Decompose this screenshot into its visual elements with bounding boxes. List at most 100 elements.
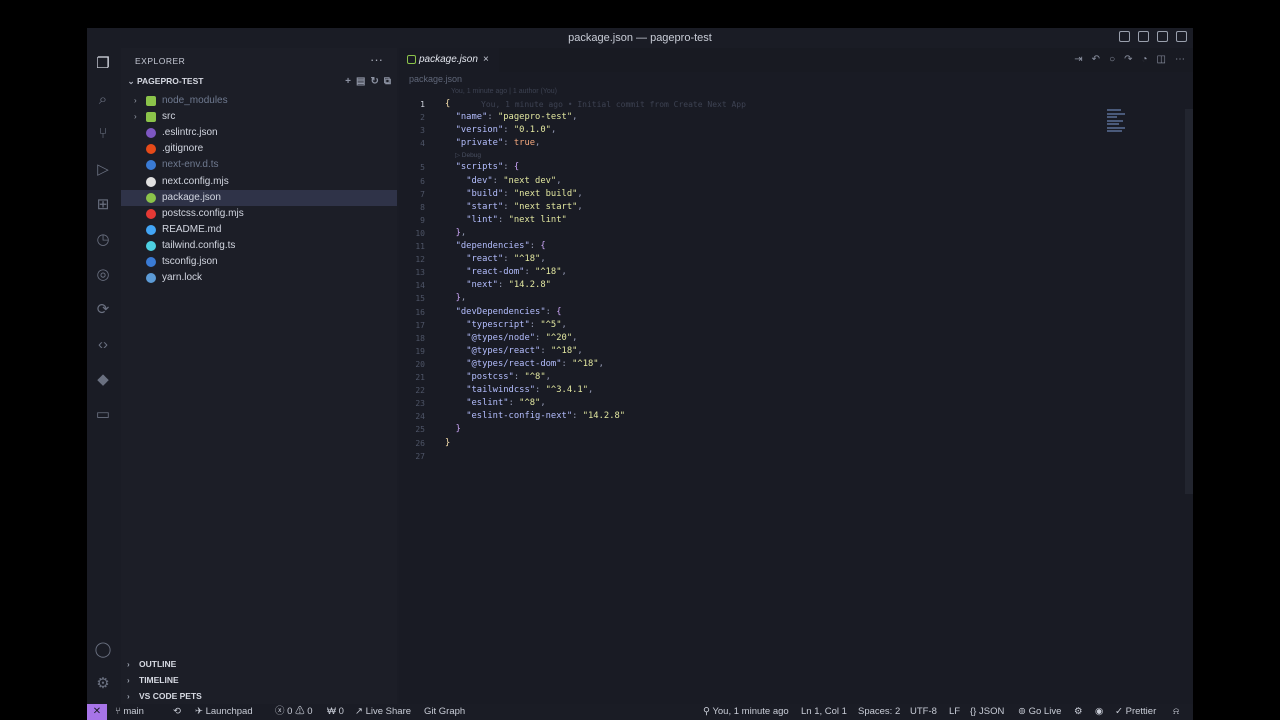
code-token: : <box>529 319 541 330</box>
preview-icon[interactable]: ▭ <box>93 405 113 425</box>
section-timeline[interactable]: › TIMELINE <box>121 672 397 688</box>
more-actions-icon[interactable]: ⋯ <box>1175 54 1185 65</box>
go-back-icon[interactable]: ↶ <box>1092 54 1100 65</box>
toggle-sidebar-icon[interactable] <box>1119 31 1130 42</box>
code-content: }, <box>445 227 467 240</box>
code-token: "next dev" <box>503 175 557 186</box>
tab-label: package.json <box>419 54 478 65</box>
settings-gear-icon[interactable]: ⚙ <box>93 674 113 694</box>
problems-indicator[interactable]: ⓧ 0 ⚠ 0 <box>275 704 313 720</box>
chevron-right-icon: › <box>127 692 130 701</box>
code-content: } <box>445 423 461 436</box>
circle-icon[interactable]: ○ <box>1109 54 1115 65</box>
code-token: "^18" <box>535 267 562 278</box>
go-forward-icon[interactable]: ↷ <box>1124 54 1132 65</box>
tree-item-label: tsconfig.json <box>162 256 218 267</box>
new-file-icon[interactable]: + <box>345 76 351 87</box>
notifications-bell-icon[interactable]: ⍾ <box>1173 704 1179 720</box>
live-share-button[interactable]: ↗ Live Share <box>355 704 411 720</box>
open-changes-icon[interactable]: ⇥ <box>1074 54 1082 65</box>
search-icon[interactable]: ⌕ <box>93 90 113 110</box>
file-icon <box>146 160 156 171</box>
remote-indicator[interactable]: ✕ <box>87 704 107 720</box>
blame-indicator[interactable]: ⚲ You, 1 minute ago <box>703 704 789 720</box>
ports-indicator[interactable]: ₩ 0 <box>327 704 344 720</box>
code-content: "build": "next build", <box>445 188 583 201</box>
code-icon[interactable]: ‹› <box>93 335 113 355</box>
code-line: 15 }, <box>399 292 1193 305</box>
line-number: 8 <box>420 202 425 212</box>
code-content: "next": "14.2.8" <box>445 279 551 292</box>
debug-codelens[interactable]: ▷ Debug <box>455 151 481 159</box>
tree-file[interactable]: README.md <box>121 222 397 238</box>
line-number: 6 <box>420 176 425 186</box>
line-ending[interactable]: LF <box>949 704 960 720</box>
run-debug-icon[interactable]: ▷ <box>93 160 113 180</box>
code-content: "@types/react": "^18", <box>445 345 583 358</box>
vertical-scrollbar[interactable] <box>1185 109 1193 494</box>
section-vscode-pets[interactable]: › VS CODE PETS <box>121 688 397 704</box>
extensions-icon[interactable]: ⊞ <box>93 195 113 215</box>
encoding[interactable]: UTF-8 <box>910 704 937 720</box>
code-line: 1 {You, 1 minute ago • Initial commit fro… <box>399 98 1193 111</box>
tree-item-label: package.json <box>162 191 221 203</box>
minimap[interactable] <box>1107 109 1125 145</box>
code-token: , <box>577 188 583 199</box>
collapse-all-icon[interactable]: ⧉ <box>384 76 391 87</box>
live-share-icon[interactable]: ⟳ <box>93 300 113 320</box>
pets-icon[interactable]: ◉ <box>1095 704 1103 720</box>
tree-file[interactable]: next-env.d.ts <box>121 157 397 173</box>
toggle-panel-icon[interactable] <box>1138 31 1149 42</box>
branch-indicator[interactable]: ⑂ main <box>115 704 144 720</box>
git-graph-button[interactable]: Git Graph <box>424 704 465 720</box>
refresh-icon[interactable]: ↻ <box>370 76 378 87</box>
source-control-icon[interactable]: ⑂ <box>93 124 113 144</box>
account-icon[interactable]: ◯ <box>93 640 113 660</box>
remote-icon[interactable]: ◎ <box>93 265 113 285</box>
code-token: true <box>513 138 536 149</box>
code-token: , <box>577 345 583 356</box>
cursor-position[interactable]: Ln 1, Col 1 <box>801 704 847 720</box>
explorer-more-button[interactable]: ··· <box>370 52 383 67</box>
tree-file[interactable]: tailwind.config.ts <box>121 238 397 254</box>
tree-file[interactable]: .gitignore <box>121 141 397 157</box>
code-line: 13 "react-dom": "^18", <box>399 266 1193 279</box>
project-folder-header[interactable]: ⌄ PAGEPRO-TEST + ▤ ↻ ⧉ <box>125 76 395 92</box>
tree-file[interactable]: yarn.lock <box>121 270 397 286</box>
breadcrumb[interactable]: package.json <box>409 74 462 84</box>
new-folder-icon[interactable]: ▤ <box>356 76 365 87</box>
code-token: "0.1.0" <box>513 125 551 136</box>
customize-layout-icon[interactable] <box>1176 31 1187 42</box>
close-icon[interactable]: × <box>483 48 489 72</box>
files-icon[interactable]: ❐ <box>93 54 113 74</box>
tree-file[interactable]: next.config.mjs <box>121 174 397 190</box>
code-line: 23 "eslint": "^8", <box>399 397 1193 410</box>
tree-file[interactable]: tsconfig.json <box>121 254 397 270</box>
tree-folder[interactable]: › src <box>121 109 397 125</box>
tab-bar: package.json × ⇥ ↶ ○ ↷ ◔ ◫ ⋯ <box>399 48 1193 72</box>
copilot-icon[interactable]: ⚙ <box>1074 704 1083 720</box>
toggle-secondary-sidebar-icon[interactable] <box>1157 31 1168 42</box>
code-line: 3 "version": "0.1.0", <box>399 124 1193 137</box>
tree-file[interactable]: package.json <box>121 189 397 206</box>
launchpad-item[interactable]: ✈ Launchpad <box>195 704 253 720</box>
git-graph-icon[interactable]: ◷ <box>93 230 113 250</box>
code-line: 6 "dev": "next dev", <box>399 175 1193 188</box>
code-content: "typescript": "^5", <box>445 319 567 332</box>
code-token: "lint" <box>466 214 498 225</box>
split-editor-icon[interactable]: ◫ <box>1157 54 1166 65</box>
tree-file[interactable]: postcss.config.mjs <box>121 206 397 222</box>
timeline-icon[interactable]: ◔ <box>1142 54 1148 65</box>
prettier-button[interactable]: ✓ Prettier <box>1115 704 1156 720</box>
tree-file[interactable]: .eslintrc.json <box>121 125 397 141</box>
git-status-icon[interactable]: ⟲ <box>173 704 181 720</box>
go-live-button[interactable]: ⊚ Go Live <box>1018 704 1061 720</box>
section-outline[interactable]: › OUTLINE <box>121 656 397 672</box>
file-icon <box>146 144 156 155</box>
docker-icon[interactable]: ◆ <box>93 370 113 390</box>
indentation[interactable]: Spaces: 2 <box>858 704 900 720</box>
tree-folder[interactable]: › node_modules <box>121 93 397 109</box>
tab-package-json[interactable]: package.json × <box>399 48 499 72</box>
language-mode[interactable]: {} JSON <box>970 704 1004 720</box>
